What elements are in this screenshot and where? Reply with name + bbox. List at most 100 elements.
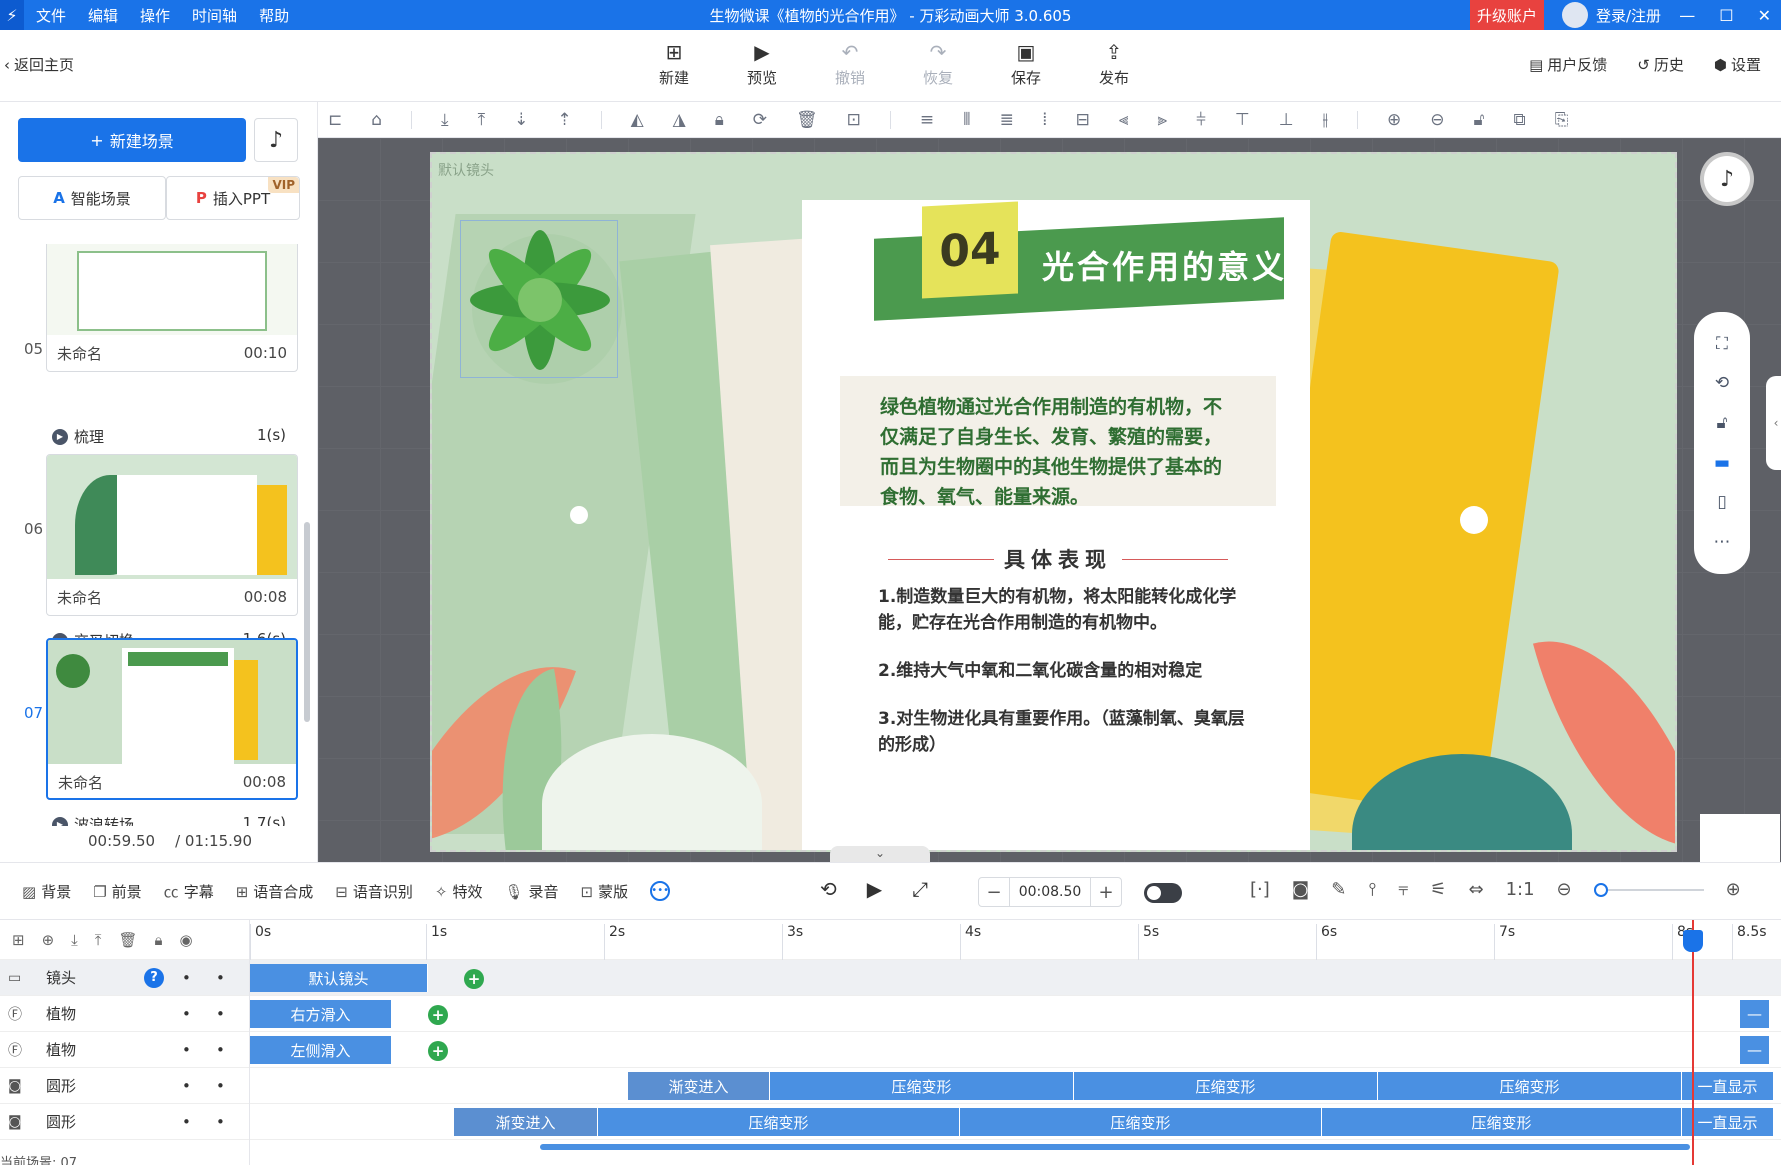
undo-button[interactable]: ↶ 撤销: [824, 40, 876, 88]
add-keyframe-icon[interactable]: +: [428, 1005, 448, 1025]
white-dot[interactable]: [570, 506, 588, 524]
upgrade-button[interactable]: 升级账户: [1470, 0, 1544, 30]
transition-row[interactable]: ▶ 波浪转场 1.7(s): [52, 814, 286, 826]
feedback-button[interactable]: ▤ 用户反馈: [1529, 54, 1607, 75]
dot[interactable]: •: [182, 1113, 191, 1131]
login-button[interactable]: 登录/注册: [1562, 0, 1661, 30]
foreground-tool[interactable]: ❐ 前景: [93, 881, 141, 902]
minus-button[interactable]: −: [979, 882, 1009, 903]
add-folder-icon[interactable]: ⊞: [12, 931, 25, 949]
flip-vertical-icon[interactable]: ◮: [673, 110, 686, 130]
move-down-icon[interactable]: ⤓: [71, 931, 78, 949]
track-plant[interactable]: Ⓕ 植物 • •: [0, 996, 249, 1032]
fit-screen-icon[interactable]: ⛶: [1716, 334, 1728, 354]
settings-button[interactable]: ⬢ 设置: [1714, 54, 1761, 75]
lane-circle[interactable]: 渐变进入 压缩变形 压缩变形 压缩变形 一直显示: [250, 1068, 1781, 1104]
music-note-icon[interactable]: ♪: [254, 118, 298, 162]
dot[interactable]: •: [216, 1041, 225, 1059]
track-circle[interactable]: ◙ 圆形 • •: [0, 1104, 249, 1140]
play-icon[interactable]: ▶: [867, 877, 882, 901]
split-icon[interactable]: ⫯: [1368, 879, 1376, 900]
add-keyframe-icon[interactable]: +: [464, 969, 484, 989]
same-width-icon[interactable]: ⊟: [1076, 110, 1090, 130]
lane-camera[interactable]: 默认镜头 +: [250, 960, 1781, 996]
animation-clip[interactable]: 压缩变形: [1074, 1072, 1378, 1100]
timeline-scrollbar[interactable]: [540, 1144, 1690, 1150]
track-circle[interactable]: ◙ 圆形 • •: [0, 1068, 249, 1104]
more-icon[interactable]: ⋯: [1714, 532, 1731, 552]
plus-button[interactable]: +: [1091, 882, 1121, 903]
more-icon[interactable]: •••: [650, 880, 671, 901]
fit-icon[interactable]: ⊡: [847, 110, 861, 130]
scene-list-scrollbar[interactable]: [304, 522, 310, 722]
subtitle-tool[interactable]: ㏄字幕: [164, 881, 214, 902]
delete-icon[interactable]: 🗑︎: [118, 931, 137, 949]
move-down-icon[interactable]: ⇣: [514, 110, 528, 130]
track-plant[interactable]: Ⓕ 植物 • •: [0, 1032, 249, 1068]
menu-edit[interactable]: 编辑: [88, 5, 118, 26]
zoom-in-icon[interactable]: ⊕: [1387, 110, 1401, 130]
distribute-v-icon[interactable]: ⦙: [1043, 110, 1047, 130]
new-folder-icon[interactable]: ⊕: [42, 931, 55, 949]
menu-file[interactable]: 文件: [36, 5, 66, 26]
points-list[interactable]: 1.制造数量巨大的有机物，将太阳能转化成化学能，贮存在光合作用制造的有机物中。 …: [878, 584, 1258, 780]
dot[interactable]: •: [182, 1077, 191, 1095]
dot[interactable]: •: [216, 969, 225, 987]
camera-icon[interactable]: ◙: [1292, 879, 1309, 900]
phone-icon[interactable]: ▯: [1717, 492, 1726, 512]
chevron-left-icon[interactable]: ‹: [1766, 376, 1781, 470]
preview-button[interactable]: ▶ 预览: [736, 40, 788, 88]
slide-number[interactable]: 04: [922, 201, 1018, 299]
fullscreen-icon[interactable]: ⤢: [912, 877, 928, 901]
fit-width-icon[interactable]: ⇔: [1468, 879, 1483, 900]
toggle-switch[interactable]: [1144, 883, 1182, 903]
align-middle-icon[interactable]: ≣: [1000, 110, 1014, 130]
align-right-icon[interactable]: ⫸: [1158, 110, 1168, 130]
animation-clip[interactable]: 渐变进入: [628, 1072, 770, 1100]
animation-clip[interactable]: 压缩变形: [1378, 1072, 1682, 1100]
zoom-slider[interactable]: [1593, 882, 1704, 897]
scene-card-05[interactable]: 未命名 00:10: [46, 244, 298, 372]
stage[interactable]: 默认镜头 04 光合作用的意义 绿色植物通过光合作用制造的有机物，不仅满足了自身…: [430, 152, 1677, 852]
rotate-icon[interactable]: ⟲: [1715, 373, 1729, 393]
white-dot[interactable]: [1460, 506, 1488, 534]
align-top2-icon[interactable]: ⊤: [1235, 110, 1250, 130]
move-up-icon[interactable]: ⇡: [557, 110, 571, 130]
dot[interactable]: •: [182, 969, 191, 987]
zoom-in-icon[interactable]: ⊕: [1726, 879, 1741, 900]
zoom-slider-knob[interactable]: [1593, 882, 1608, 897]
rotate-icon[interactable]: ⟳: [753, 110, 767, 130]
animation-clip[interactable]: 压缩变形: [960, 1108, 1322, 1136]
minimap[interactable]: [1700, 814, 1780, 862]
dot[interactable]: •: [182, 1041, 191, 1059]
home-icon[interactable]: ⌂: [371, 110, 382, 130]
menu-help[interactable]: 帮助: [259, 5, 289, 26]
music-note-icon[interactable]: ♪: [1704, 156, 1750, 202]
paste-icon[interactable]: ⎘: [1555, 110, 1569, 130]
move-bottom-icon[interactable]: ⤓: [441, 110, 449, 130]
save-button[interactable]: ▣ 保存: [1000, 40, 1052, 88]
lane-plant[interactable]: 左侧滑入 + —: [250, 1032, 1781, 1068]
copy-icon[interactable]: ⧉: [1514, 110, 1526, 130]
transition-row[interactable]: ▶ 梳理 1(s): [52, 426, 286, 447]
body-textbox[interactable]: 绿色植物通过光合作用制造的有机物，不仅满足了自身生长、发育、繁殖的需要，而且为生…: [840, 376, 1276, 508]
delete-icon[interactable]: 🗑︎: [796, 110, 818, 130]
back-home-button[interactable]: ‹ 返回主页: [4, 54, 74, 75]
animation-clip[interactable]: 压缩变形: [770, 1072, 1074, 1100]
move-top-icon[interactable]: ⤒: [478, 110, 486, 130]
screen-icon[interactable]: ▬: [1714, 453, 1730, 473]
new-button[interactable]: ⊞ 新建: [648, 40, 700, 88]
track-camera[interactable]: ▭ 镜头 ? • •: [0, 960, 249, 996]
mask-tool[interactable]: ⊡ 蒙版: [581, 881, 629, 902]
smart-scene-button[interactable]: A 智能场景: [18, 176, 166, 220]
time-stepper[interactable]: − 00:08.50 +: [978, 877, 1122, 907]
speech-recognition-tool[interactable]: ⊟ 语音识别: [335, 881, 413, 902]
align-bottom-icon[interactable]: ⊥: [1279, 110, 1294, 130]
one-to-one-icon[interactable]: 1:1: [1506, 879, 1535, 900]
effects-tool[interactable]: ✧ 特效: [435, 881, 483, 902]
dot[interactable]: •: [182, 1005, 191, 1023]
close-icon[interactable]: ✕: [1758, 6, 1771, 25]
align-center-icon[interactable]: ⫩: [1196, 110, 1206, 130]
adjust-icon[interactable]: ⚟: [1430, 879, 1446, 900]
playhead-handle[interactable]: [1683, 930, 1703, 952]
